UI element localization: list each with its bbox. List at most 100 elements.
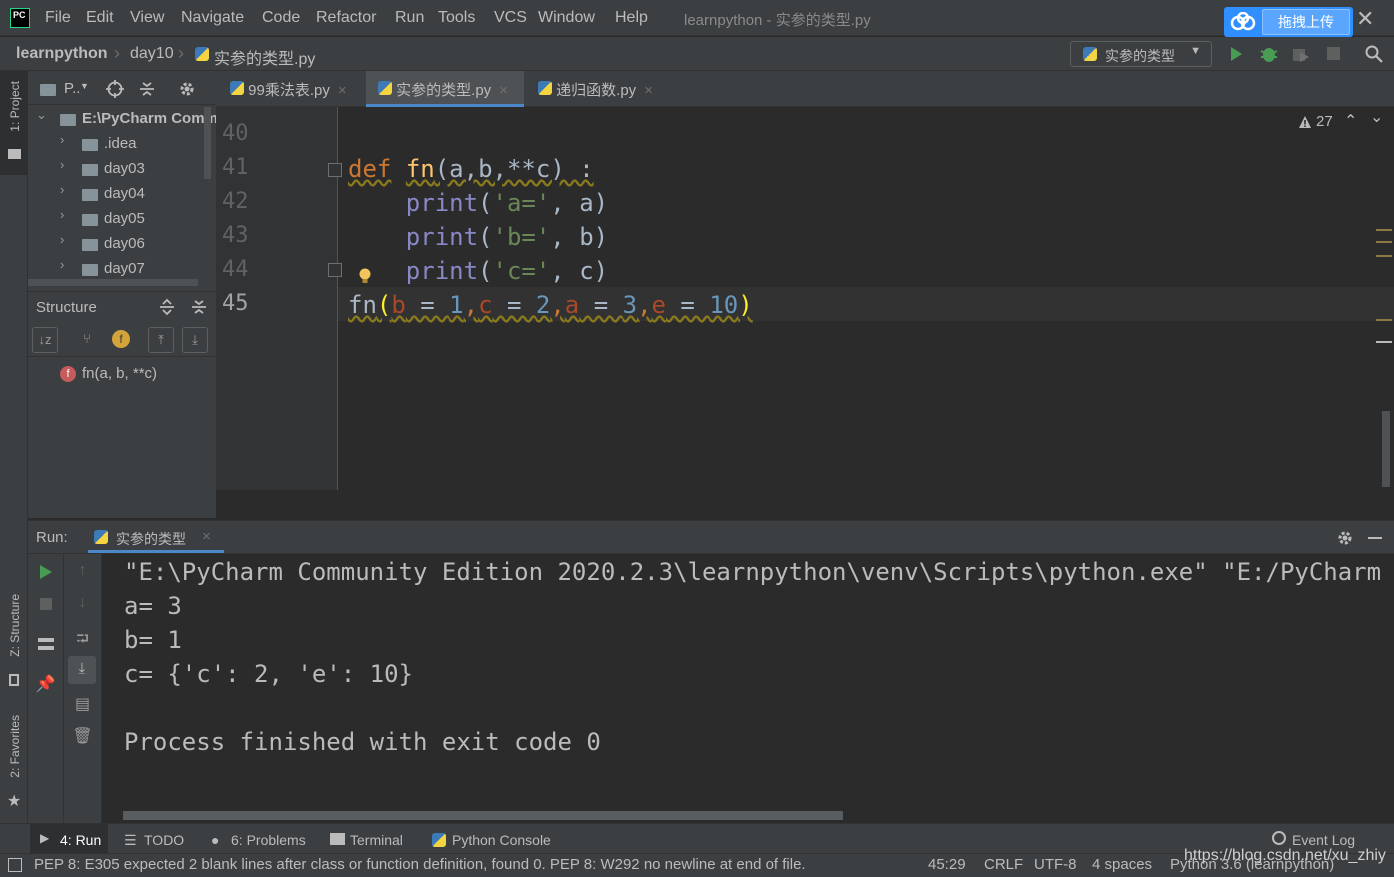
- tree-item[interactable]: › day05: [28, 207, 216, 232]
- project-view-select[interactable]: P..: [64, 80, 80, 97]
- tree-hscrollbar[interactable]: [28, 279, 198, 286]
- tree-scrollbar[interactable]: [204, 107, 211, 179]
- trash-icon[interactable]: 🗑: [64, 726, 101, 746]
- tool-tab-problems[interactable]: 6: Problems: [231, 832, 306, 848]
- tree-item[interactable]: › day06: [28, 232, 216, 257]
- debug-icon[interactable]: [1259, 45, 1279, 63]
- menu-edit[interactable]: Edit: [86, 9, 114, 27]
- tool-tab-structure[interactable]: Z: Structure: [8, 594, 22, 657]
- editor-scrollbar[interactable]: [1382, 411, 1390, 487]
- menu-refactor[interactable]: Refactor: [316, 9, 376, 27]
- menu-navigate[interactable]: Navigate: [181, 9, 244, 27]
- console-hscrollbar[interactable]: [123, 811, 843, 820]
- tree-item-label: day05: [104, 210, 145, 227]
- arrow-down-icon[interactable]: ↓: [64, 594, 101, 612]
- stop-icon[interactable]: [40, 598, 52, 610]
- lightbulb-icon[interactable]: [358, 267, 372, 285]
- error-stripe[interactable]: [1376, 319, 1392, 321]
- tool-tab-python-console[interactable]: Python Console: [452, 832, 551, 848]
- operator: =: [405, 291, 450, 319]
- chevron-up-icon[interactable]: ⌃: [1344, 111, 1357, 131]
- breadcrumb-folder[interactable]: day10: [130, 45, 174, 63]
- tool-tab-event-log[interactable]: Event Log: [1292, 832, 1355, 848]
- scroll-to-end-icon[interactable]: ⤓: [68, 656, 96, 684]
- print-icon[interactable]: ▤: [64, 694, 101, 714]
- tree-item[interactable]: › .idea: [28, 132, 216, 157]
- gear-icon[interactable]: [1336, 529, 1354, 547]
- locate-icon[interactable]: [106, 80, 124, 98]
- menu-help[interactable]: Help: [615, 9, 648, 27]
- stop-icon[interactable]: [1327, 47, 1340, 60]
- close-icon[interactable]: ×: [202, 528, 211, 545]
- menu-vcs[interactable]: VCS: [494, 9, 527, 27]
- tree-root[interactable]: ⌄ E:\PyCharm Comm: [28, 107, 218, 132]
- error-stripe[interactable]: [1376, 229, 1392, 231]
- run-icon[interactable]: [1228, 46, 1244, 62]
- tool-tab-todo[interactable]: TODO: [144, 832, 184, 848]
- layout-icon[interactable]: [38, 638, 54, 650]
- expand-all-icon[interactable]: [158, 298, 176, 316]
- fields-icon[interactable]: f: [108, 327, 134, 353]
- line-number: 43: [222, 223, 249, 248]
- tree-item[interactable]: › day03: [28, 157, 216, 182]
- close-icon[interactable]: ×: [644, 82, 653, 99]
- file-encoding[interactable]: UTF-8: [1034, 856, 1077, 873]
- collapse-all-icon[interactable]: [138, 80, 156, 98]
- error-stripe[interactable]: [1376, 255, 1392, 257]
- breadcrumb-file[interactable]: 实参的类型.py: [214, 45, 315, 69]
- coverage-icon[interactable]: [1291, 45, 1311, 63]
- indent-setting[interactable]: 4 spaces: [1092, 856, 1152, 873]
- close-icon[interactable]: ×: [338, 82, 347, 99]
- tab-active[interactable]: 实参的类型.py ×: [366, 71, 524, 107]
- arrow-up-icon[interactable]: ↑: [64, 562, 101, 580]
- scroll-to-source-icon[interactable]: ⤓: [182, 327, 208, 353]
- menu-view[interactable]: View: [130, 9, 164, 27]
- builtin-call: print: [405, 189, 479, 217]
- chevron-right-icon: ›: [60, 157, 65, 172]
- run-tab[interactable]: 实参的类型 ×: [88, 521, 224, 553]
- collapse-all-icon[interactable]: [190, 298, 208, 316]
- error-stripe[interactable]: [1376, 341, 1392, 343]
- minimize-icon[interactable]: [1368, 537, 1382, 539]
- scroll-from-source-icon[interactable]: ⤒: [148, 327, 174, 353]
- toggle-tool-windows-icon[interactable]: [8, 858, 22, 872]
- run-config-select[interactable]: 实参的类型 ▼: [1070, 41, 1212, 67]
- tab-99-table[interactable]: 99乘法表.py ×: [230, 71, 366, 107]
- error-stripe[interactable]: [1376, 241, 1392, 243]
- inherited-icon[interactable]: ⑂: [74, 327, 100, 353]
- chevron-down-icon[interactable]: ⌄: [1370, 107, 1383, 127]
- cursor-position[interactable]: 45:29: [928, 856, 966, 873]
- close-icon[interactable]: ×: [499, 82, 508, 99]
- menu-window[interactable]: Window: [538, 9, 595, 27]
- pin-icon[interactable]: 📌: [28, 674, 63, 694]
- chevron-right-icon: ›: [60, 207, 65, 222]
- kwarg-name: c: [478, 291, 493, 319]
- menu-run[interactable]: Run: [395, 9, 424, 27]
- tree-item-label: day04: [104, 185, 145, 202]
- code-editor[interactable]: def fn(a,b,**c) : print('a=', a) print('…: [338, 107, 1394, 490]
- sort-alpha-icon[interactable]: ↓z: [32, 327, 58, 353]
- gear-icon[interactable]: [178, 80, 196, 98]
- search-icon[interactable]: [1365, 45, 1383, 63]
- tool-tab-run[interactable]: ▶ 4: Run: [30, 824, 108, 854]
- tool-tab-favorites[interactable]: 2: Favorites: [8, 715, 22, 778]
- run-console[interactable]: "E:\PyCharm Community Edition 2020.2.3\l…: [102, 554, 1394, 823]
- tab-recursion[interactable]: 递归函数.py ×: [538, 71, 668, 107]
- menu-code[interactable]: Code: [262, 9, 300, 27]
- folder-icon: [40, 84, 56, 96]
- rerun-icon[interactable]: [39, 564, 53, 580]
- soft-wrap-icon[interactable]: ⮒: [64, 628, 101, 655]
- tool-tab-project[interactable]: 1: Project: [8, 81, 22, 132]
- tool-tab-run-label: 4: Run: [60, 832, 102, 848]
- menu-tools[interactable]: Tools: [438, 9, 475, 27]
- breadcrumb-project[interactable]: learnpython: [16, 45, 108, 63]
- root-folder-label: E:\PyCharm Comm: [82, 110, 218, 127]
- upload-button[interactable]: 拖拽上传: [1224, 7, 1353, 37]
- menu-file[interactable]: File: [45, 9, 71, 27]
- tree-item[interactable]: › day04: [28, 182, 216, 207]
- warning-count[interactable]: 27: [1316, 113, 1333, 130]
- line-separator[interactable]: CRLF: [984, 856, 1023, 873]
- tool-tab-terminal[interactable]: Terminal: [350, 832, 403, 848]
- close-icon[interactable]: ✕: [1356, 6, 1374, 32]
- python-file-icon: [378, 81, 392, 95]
